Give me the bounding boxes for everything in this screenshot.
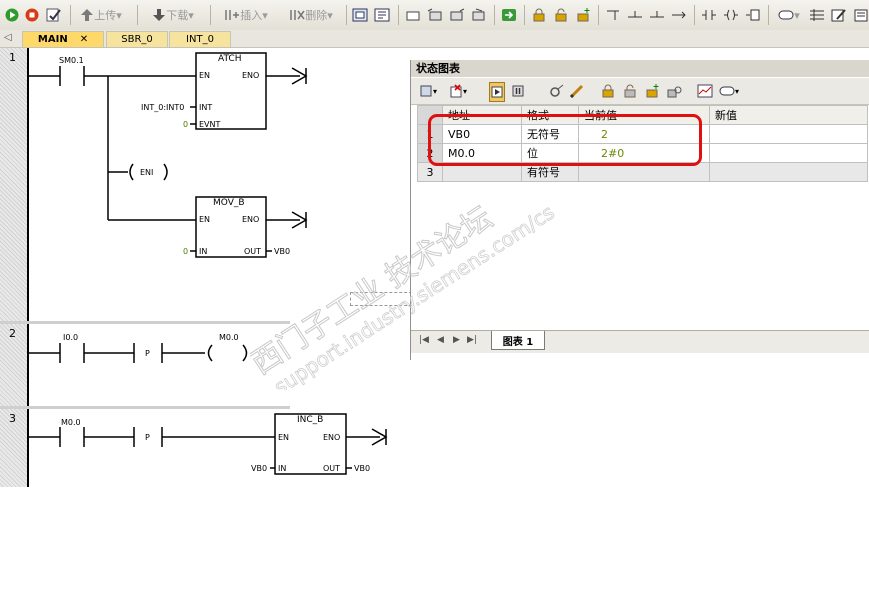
chart-pause-icon[interactable] <box>511 82 525 100</box>
read-forced-icon[interactable] <box>667 82 683 100</box>
edit-cursor-box[interactable] <box>350 292 412 306</box>
chart-run-icon[interactable] <box>489 82 505 102</box>
atch-int-pin: INT <box>199 103 213 112</box>
inc-in-pin: IN <box>278 464 287 473</box>
atch-en-pin: EN <box>199 71 211 80</box>
add-row-icon[interactable]: ▾ <box>419 82 437 100</box>
contact-i0-0-label: I0.0 <box>63 333 79 342</box>
positive-transition-label: P <box>145 349 150 358</box>
status-chart-window[interactable]: 状态图表 ▾ ▾ ▾ 地址 格式 当前值 新值 1 VB0 无符号 2 2 M0… <box>410 60 869 360</box>
mov-out-operand[interactable]: VB0 <box>274 247 290 256</box>
atch-title: ATCH <box>218 54 242 64</box>
status-chart-toolbar: ▾ ▾ ▾ <box>411 78 869 105</box>
inc-out-operand[interactable]: VB0 <box>354 464 370 473</box>
atch-evnt-operand[interactable]: 0 <box>183 120 188 129</box>
unforce-icon[interactable] <box>623 82 637 100</box>
new-value-cell[interactable] <box>709 124 868 144</box>
mov-eno-pin: ENO <box>242 215 260 224</box>
sheet-tab-bar: |◀ ◀ ▶ ▶| 图表 1 <box>411 330 869 353</box>
inc-eno-pin: ENO <box>323 433 341 442</box>
column-header-new[interactable]: 新值 <box>709 105 868 125</box>
new-value-cell[interactable] <box>709 162 868 182</box>
write-pencil-icon[interactable] <box>569 82 585 100</box>
inc-out-pin: OUT <box>323 464 341 473</box>
delete-row-icon[interactable]: ▾ <box>449 82 467 100</box>
read-icon[interactable] <box>549 82 565 100</box>
prev-sheet-icon[interactable]: ◀ <box>437 335 444 345</box>
unforce-all-icon[interactable] <box>645 82 659 100</box>
coil-m0-0-label: M0.0 <box>219 333 239 342</box>
mov-en-pin: EN <box>199 215 211 224</box>
mov-in-pin: IN <box>199 247 208 256</box>
atch-eno-pin: ENO <box>242 71 260 80</box>
positive-transition-label: P <box>145 433 150 442</box>
red-highlight-annotation <box>428 114 702 166</box>
eni-coil-label: ENI <box>140 168 154 177</box>
inc-b-title: INC_B <box>297 415 324 425</box>
first-sheet-icon[interactable]: |◀ <box>419 335 429 345</box>
mov-out-pin: OUT <box>244 247 262 256</box>
mov-b-title: MOV_B <box>213 198 245 208</box>
force-icon[interactable] <box>601 82 615 100</box>
new-value-cell[interactable] <box>709 143 868 163</box>
mov-in-operand[interactable]: 0 <box>183 247 188 256</box>
inc-in-operand[interactable]: VB0 <box>251 464 267 473</box>
contact-m0-0-label: M0.0 <box>61 418 81 427</box>
chart-symbol-dropdown[interactable]: ▾ <box>719 82 739 100</box>
status-chart-title: 状态图表 <box>411 60 869 77</box>
atch-evnt-pin: EVNT <box>199 120 221 129</box>
sheet-tab-chart-1[interactable]: 图表 1 <box>491 331 545 350</box>
contact-sm0-1-label: SM0.1 <box>59 56 84 65</box>
inc-en-pin: EN <box>278 433 290 442</box>
atch-int-operand[interactable]: INT_0:INT0 <box>141 103 184 112</box>
last-sheet-icon[interactable]: ▶| <box>467 335 477 345</box>
next-sheet-icon[interactable]: ▶ <box>453 335 460 345</box>
trend-view-icon[interactable] <box>697 82 713 100</box>
